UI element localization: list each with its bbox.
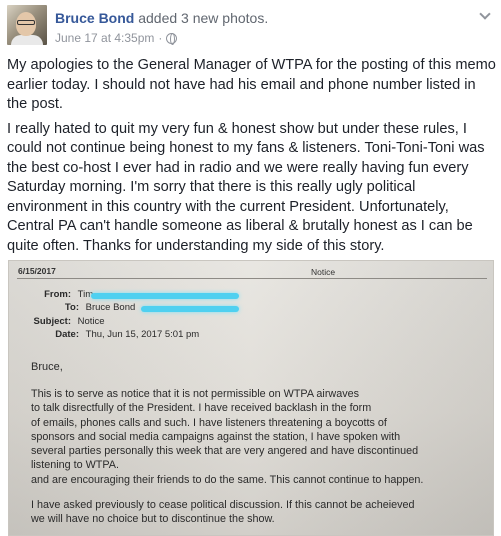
avatar-glasses xyxy=(17,20,35,25)
avatar[interactable] xyxy=(7,5,47,45)
memo-to-value: Bruce Bond xyxy=(85,302,136,313)
memo-closing: I have asked previously to cease politic… xyxy=(31,498,481,527)
meta-separator: · xyxy=(158,31,163,45)
memo-line: of emails, phones calls and such. I have… xyxy=(31,416,387,429)
post-paragraph: I really hated to quit my very fun & hon… xyxy=(7,120,485,254)
post-title-line: Bruce Bond added 3 new photos. xyxy=(55,10,268,26)
memo-line: we will have no choice but to discontinu… xyxy=(31,513,275,526)
memo-subject-row: Subject: Notice xyxy=(27,316,105,327)
post-header: Bruce Bond added 3 new photos. June 17 a… xyxy=(7,5,497,49)
chevron-down-icon[interactable] xyxy=(477,7,493,23)
post-timestamp-link[interactable]: June 17 at 4:35pm xyxy=(55,31,154,45)
memo-date-row: Date: Thu, Jun 15, 2017 5:01 pm xyxy=(27,329,199,340)
memo-line: sponsors and social media campaigns agai… xyxy=(31,430,401,443)
post-paragraph: My apologies to the General Manager of W… xyxy=(7,57,496,112)
memo-to-row: To: Bruce Bond xyxy=(27,302,135,313)
memo-subject-label: Subject: xyxy=(33,316,71,327)
memo-greeting: Bruce, xyxy=(31,361,63,373)
memo-from-row: From: Tim xyxy=(27,289,93,300)
redaction-to xyxy=(141,306,239,312)
memo-print-title: Notice xyxy=(311,267,336,277)
post-action-text: added 3 new photos. xyxy=(134,10,269,26)
globe-icon[interactable] xyxy=(166,32,178,45)
author-name-link[interactable]: Bruce Bond xyxy=(55,10,134,26)
memo-body: This is to serve as notice that it is no… xyxy=(31,387,481,487)
memo-from-label: From: xyxy=(44,289,71,300)
memo-photo[interactable]: 6/15/2017 Notice From: Tim To: Bruce Bon… xyxy=(8,260,494,536)
redaction-from xyxy=(91,293,239,299)
memo-line: to talk disrectfully of the President. I… xyxy=(31,402,372,415)
memo-print-date: 6/15/2017 xyxy=(18,266,56,276)
memo-line: listening to WTPA. xyxy=(31,459,120,472)
memo-divider xyxy=(17,278,487,279)
memo-line: I have asked previously to cease politic… xyxy=(31,499,415,511)
memo-to-label: To: xyxy=(64,302,79,313)
post-text: My apologies to the General Manager of W… xyxy=(7,56,497,261)
memo-date-label: Date: xyxy=(55,329,79,340)
post-meta: June 17 at 4:35pm · xyxy=(55,31,178,45)
avatar-shirt xyxy=(11,35,43,45)
memo-line: This is to serve as notice that it is no… xyxy=(31,388,360,400)
memo-subject-value: Notice xyxy=(77,316,105,327)
memo-date-value: Thu, Jun 15, 2017 5:01 pm xyxy=(85,329,200,340)
memo-line: and are encouraging their friends to do … xyxy=(31,473,424,486)
memo-line: several parties personally this week tha… xyxy=(31,445,419,458)
